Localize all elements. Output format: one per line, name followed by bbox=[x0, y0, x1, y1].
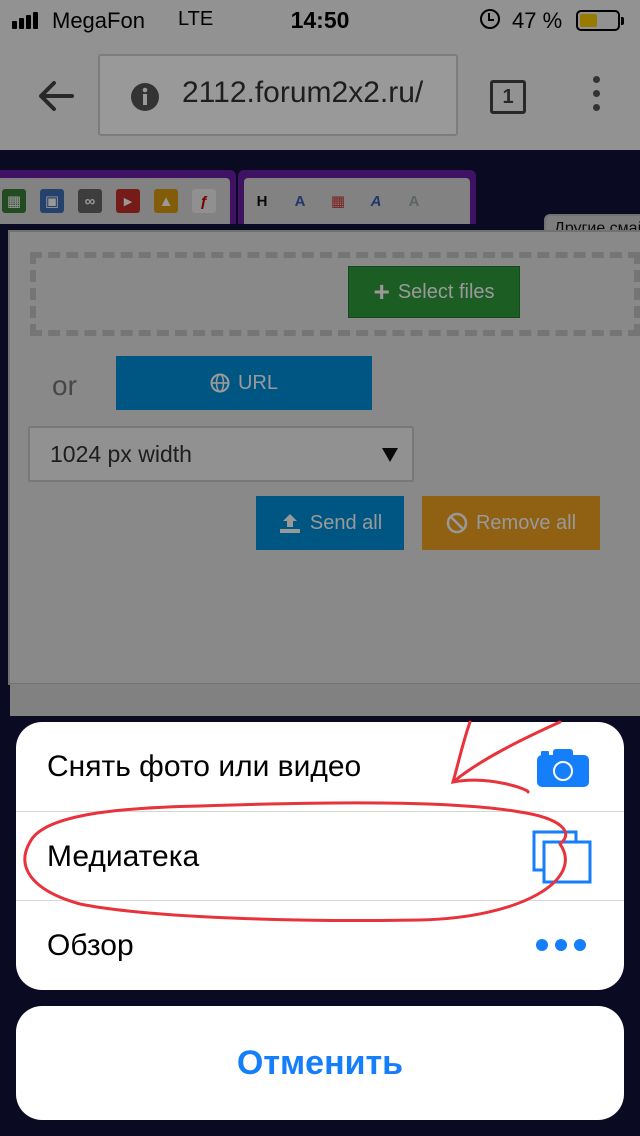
sheet-option-photo-library[interactable]: Медиатека bbox=[16, 811, 624, 900]
camera-icon bbox=[537, 749, 589, 787]
sheet-option-take-photo[interactable]: Снять фото или видео bbox=[16, 722, 624, 811]
photo-library-icon bbox=[532, 830, 592, 884]
sheet-option-label: Обзор bbox=[47, 929, 134, 962]
more-icon bbox=[536, 939, 586, 953]
sheet-option-label: Снять фото или видео bbox=[47, 750, 362, 783]
cancel-button[interactable]: Отменить bbox=[16, 1006, 624, 1120]
sheet-option-browse[interactable]: Обзор bbox=[16, 900, 624, 989]
action-sheet: Снять фото или видео Медиатека Обзор bbox=[16, 722, 624, 990]
sheet-option-label: Медиатека bbox=[47, 840, 200, 873]
